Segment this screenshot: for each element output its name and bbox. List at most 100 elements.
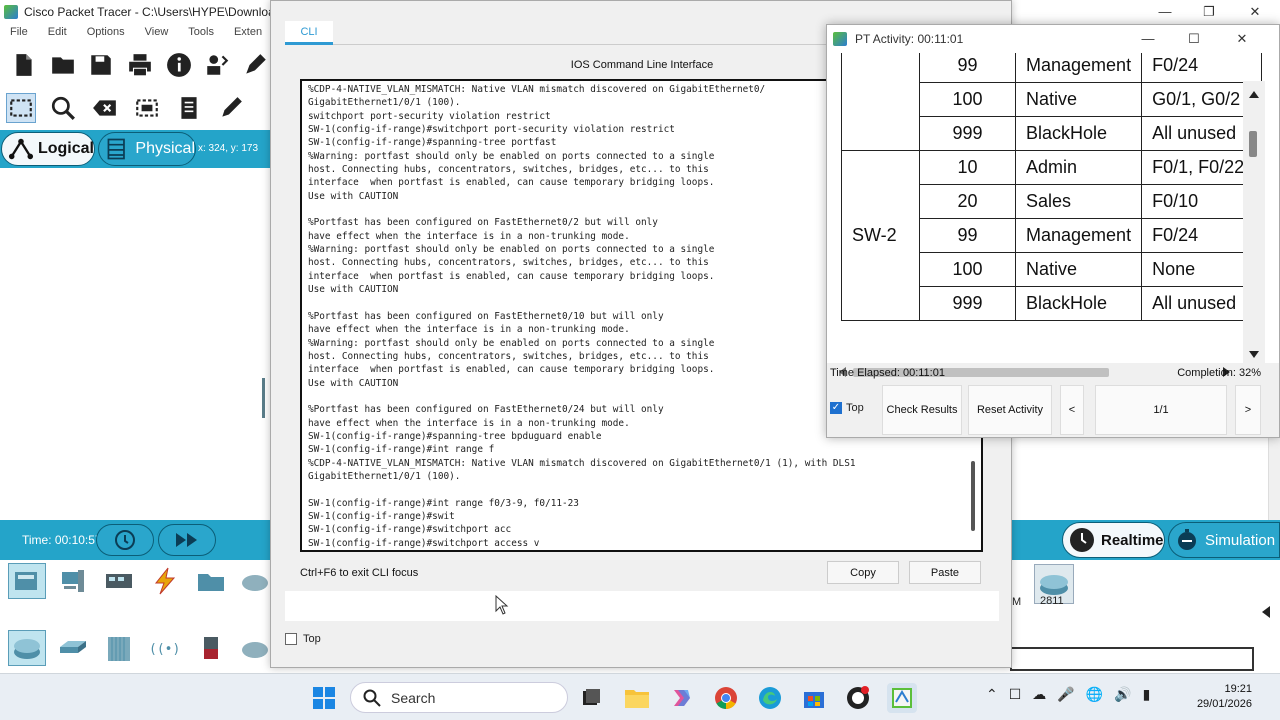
tab-cli[interactable]: CLI <box>285 21 333 45</box>
menu-edit[interactable]: Edit <box>38 24 77 42</box>
info-icon[interactable] <box>164 50 193 80</box>
physical-mode-button[interactable]: Physical <box>98 132 196 166</box>
connections-icon[interactable] <box>146 563 184 599</box>
device-model-label-m: M <box>1012 596 1022 608</box>
activity-vertical-scrollbar[interactable] <box>1243 81 1265 363</box>
network-devices-icon[interactable] <box>8 563 46 599</box>
restore-button[interactable]: ❐ <box>1186 2 1232 22</box>
globe-icon[interactable]: 🌐 <box>1086 686 1103 703</box>
save-icon[interactable] <box>87 50 116 80</box>
cli-line: SW-1(config-if-range)#int range f <box>308 444 495 456</box>
copilot-icon[interactable] <box>667 683 697 713</box>
activity-instructions[interactable]: 99 Management F0/24 100 Native G0/1, G0/2 999 B… <box>827 53 1279 363</box>
menu-view[interactable]: View <box>135 24 179 42</box>
menu-tools[interactable]: Tools <box>178 24 224 42</box>
multiuser-cloud-icon[interactable] <box>236 563 274 599</box>
device-scroll-right-icon[interactable] <box>1262 606 1270 618</box>
battery-icon[interactable]: ▮ <box>1143 686 1151 703</box>
windows-start-icon[interactable] <box>309 683 339 713</box>
draw-icon[interactable] <box>241 50 270 80</box>
paste-button[interactable]: Paste <box>909 561 981 584</box>
network-info-icon[interactable] <box>203 50 232 80</box>
menu-options[interactable]: Options <box>77 24 135 42</box>
activity-minimize-button[interactable]: — <box>1125 29 1171 49</box>
components-icon[interactable] <box>100 563 138 599</box>
power-cycle-button[interactable] <box>96 524 154 556</box>
activity-close-button[interactable]: ✕ <box>1219 29 1265 49</box>
packet-tracer-app-icon <box>4 5 18 19</box>
delete-icon[interactable] <box>90 93 120 123</box>
vlan-number-cell: 99 <box>919 218 1016 253</box>
open-folder-icon[interactable] <box>49 50 78 80</box>
page-indicator: 1/1 <box>1095 385 1227 435</box>
packet-tracer-taskbar-icon[interactable] <box>887 683 917 713</box>
cli-line: SW-1(config-if-range)#switchport acc <box>308 524 512 536</box>
cloud-sync-icon[interactable]: ☁ <box>1032 686 1046 703</box>
vlan-table-row: 99 Management F0/24 <box>841 53 1263 151</box>
chevron-up-icon[interactable]: ⌃ <box>986 686 998 703</box>
simulation-time: Time: 00:10:57 <box>22 533 102 547</box>
check-results-button[interactable]: Check Results <box>882 385 962 435</box>
switch-icon[interactable] <box>54 630 92 666</box>
reset-activity-button[interactable]: Reset Activity <box>968 385 1052 435</box>
print-icon[interactable] <box>126 50 155 80</box>
chrome-icon[interactable] <box>711 683 741 713</box>
resize-icon[interactable] <box>132 93 162 123</box>
cli-line <box>308 483 968 496</box>
edge-icon[interactable] <box>755 683 785 713</box>
new-file-icon[interactable] <box>10 50 39 80</box>
windows-taskbar: Search ⌃ ☐ ☁ 🎤 🌐 🔊 ▮ 19:21 29/01/2026 <box>0 673 1280 720</box>
pencil-icon[interactable] <box>216 93 246 123</box>
top-checkbox-cli[interactable]: Top <box>285 633 321 645</box>
realtime-mode-button[interactable]: Realtime <box>1062 522 1165 558</box>
fast-forward-button[interactable] <box>158 524 216 556</box>
taskbar-search[interactable]: Search <box>350 682 568 713</box>
next-page-button[interactable]: > <box>1235 385 1261 435</box>
volume-icon[interactable]: 🔊 <box>1114 686 1131 703</box>
network-off-icon[interactable]: ☐ <box>1009 686 1022 703</box>
top-checkbox-checked[interactable]: ✓ <box>830 402 842 414</box>
security-icon[interactable] <box>192 630 230 666</box>
miscellaneous-icon[interactable] <box>192 563 230 599</box>
previous-page-button[interactable]: < <box>1060 385 1084 435</box>
microphone-icon[interactable]: 🎤 <box>1057 686 1074 703</box>
scroll-down-icon[interactable] <box>1249 351 1259 358</box>
top-checkbox-box[interactable] <box>285 633 297 645</box>
hub-icon[interactable] <box>100 630 138 666</box>
cli-scrollbar[interactable] <box>971 461 975 531</box>
minimize-button[interactable]: — <box>1142 2 1188 22</box>
activity-footer: ✓ Top Check Results Reset Activity < 1/1… <box>827 383 1279 437</box>
note-icon[interactable] <box>174 93 204 123</box>
activity-maximize-button[interactable]: ☐ <box>1171 29 1217 49</box>
menu-bar: File Edit Options View Tools Exten <box>0 24 270 42</box>
zoom-icon[interactable] <box>48 93 78 123</box>
scroll-up-icon[interactable] <box>1249 91 1259 98</box>
select-tool-icon[interactable] <box>6 93 36 123</box>
task-view-icon[interactable] <box>576 683 606 713</box>
obs-recorder-icon[interactable] <box>843 683 873 713</box>
menu-extensions[interactable]: Exten <box>224 24 272 42</box>
taskbar-clock[interactable]: 19:21 29/01/2026 <box>1197 682 1252 712</box>
vlan-name-cell: Native <box>1014 252 1143 287</box>
window-title: Cisco Packet Tracer - C:\Users\HYPE\Down… <box>24 5 282 19</box>
router-icon[interactable] <box>8 630 46 666</box>
top-checkbox-activity[interactable]: ✓ Top <box>830 402 864 414</box>
file-explorer-icon[interactable] <box>622 683 652 713</box>
physical-rack-icon <box>107 138 125 160</box>
close-button[interactable]: ✕ <box>1232 2 1278 22</box>
wireless-icon[interactable]: ((•)) <box>146 630 184 666</box>
wan-emulation-icon[interactable] <box>236 630 274 666</box>
stopwatch-icon <box>1178 529 1196 550</box>
cli-line: GigabitEthernet1/0/1 (100). <box>308 470 461 482</box>
simulation-label: Simulation <box>1205 531 1276 549</box>
end-devices-icon[interactable] <box>54 563 92 599</box>
simulation-mode-button[interactable]: Simulation <box>1168 522 1280 558</box>
device-search-field[interactable] <box>1010 647 1254 671</box>
menu-file[interactable]: File <box>0 24 38 42</box>
microsoft-store-icon[interactable] <box>799 683 829 713</box>
copy-button[interactable]: Copy <box>827 561 899 584</box>
vertical-scroll-thumb[interactable] <box>1249 131 1257 157</box>
router-2811-label: 2811 <box>1040 595 1064 607</box>
logical-mode-button[interactable]: Logical <box>1 132 95 166</box>
vlan-table-row: SW-2 10 Admin F0/1, F0/22 <box>841 150 1263 321</box>
